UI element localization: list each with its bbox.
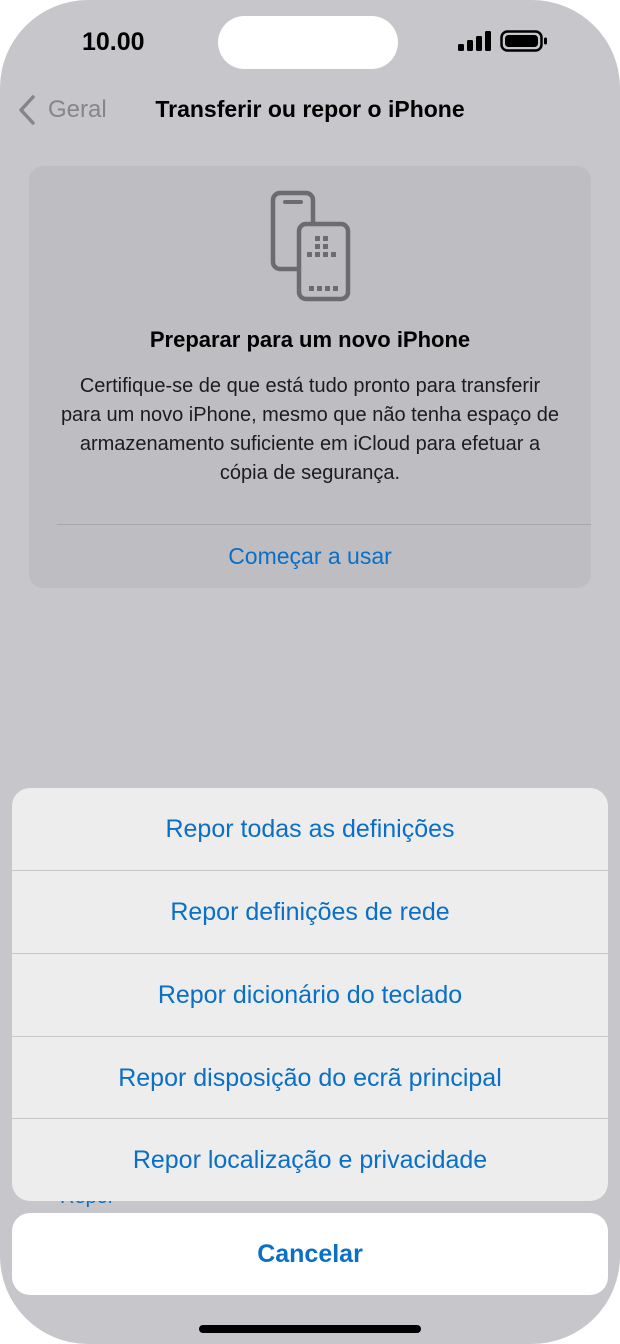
card-title: Preparar para um novo iPhone	[149, 327, 471, 352]
cellular-signal-icon	[458, 31, 491, 51]
back-button-label: Geral	[48, 96, 107, 123]
get-started-button[interactable]: Começar a usar	[29, 543, 591, 570]
card-divider	[57, 524, 591, 525]
card-description: Certifique-se de que está tudo pronto pa…	[60, 375, 560, 484]
battery-icon	[500, 30, 547, 52]
reset-location-privacy-option[interactable]: Repor localização e privacidade	[12, 1119, 608, 1201]
cancel-button[interactable]: Cancelar	[12, 1213, 608, 1295]
back-button[interactable]: Geral	[16, 92, 107, 128]
reset-action-sheet: Repor todas as definições Repor definiçõ…	[12, 788, 608, 1201]
chevron-left-icon	[19, 95, 35, 125]
page-title: Transferir ou repor o iPhone	[155, 96, 465, 122]
dynamic-island	[218, 16, 398, 69]
status-time: 10.00	[82, 28, 145, 56]
reset-network-settings-option[interactable]: Repor definições de rede	[12, 871, 608, 953]
two-iphones-icon	[270, 190, 351, 302]
prepare-new-iphone-card: Preparar para um novo iPhone Certifique-…	[29, 166, 591, 588]
phone-screen: 10.00 Geral Transferir ou repor o iPhone	[0, 0, 620, 1344]
reset-home-screen-layout-option[interactable]: Repor disposição do ecrã principal	[12, 1037, 608, 1119]
reset-keyboard-dictionary-option[interactable]: Repor dicionário do teclado	[12, 954, 608, 1036]
home-indicator[interactable]	[199, 1325, 421, 1333]
reset-all-settings-option[interactable]: Repor todas as definições	[12, 788, 608, 870]
